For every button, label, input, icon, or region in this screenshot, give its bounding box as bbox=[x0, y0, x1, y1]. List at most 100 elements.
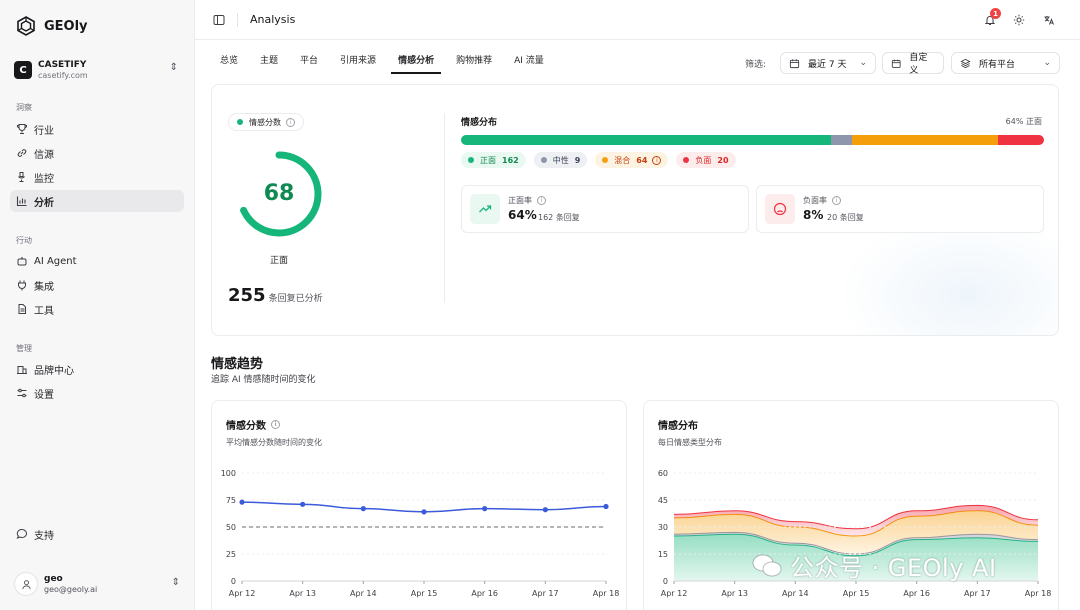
section-label-insights: 洞察 bbox=[16, 103, 32, 112]
sentiment-score-line-chart: 0 25 50 75 100 Apr 12 Apr 13 Apr 14 Apr 15 Apr 16… bbox=[221, 469, 620, 598]
sidebar-item-label: 分析 bbox=[34, 197, 54, 209]
chevron-down-icon: ⌄ bbox=[859, 58, 867, 68]
legend-count: 162 bbox=[502, 155, 519, 165]
date-range-select[interactable]: 最近 7 天 ⌄ bbox=[780, 52, 876, 74]
chart-title: 情感分数 bbox=[226, 421, 266, 432]
sidebar-item-tools[interactable]: 工具 bbox=[10, 298, 184, 320]
data-point[interactable] bbox=[482, 506, 488, 512]
chart-subtitle: 平均情感分数随时间的变化 bbox=[226, 438, 322, 447]
user-avatar bbox=[14, 572, 38, 596]
calendar-icon bbox=[789, 58, 800, 68]
chat-bubble-icon bbox=[16, 528, 28, 540]
data-point[interactable] bbox=[360, 506, 366, 512]
page-title: Analysis bbox=[250, 13, 296, 26]
analysis-tabs: 总览 主题 平台 引用来源 情感分析 购物推荐 AI 流量 bbox=[213, 50, 559, 74]
responses-text: 条回复已分析 bbox=[268, 294, 323, 304]
legend-mixed[interactable]: 混合 64 i bbox=[595, 152, 669, 168]
x-tick-label: Apr 14 bbox=[782, 589, 809, 598]
user-menu[interactable]: geo geo@geoly.ai ⇕ bbox=[14, 570, 184, 598]
org-name: CASETIFY bbox=[38, 60, 87, 70]
trend-up-icon bbox=[470, 194, 500, 224]
sidebar-toggle-icon[interactable] bbox=[213, 14, 225, 26]
sidebar-item-ai-agent[interactable]: AI Agent bbox=[10, 250, 184, 272]
top-bar: Analysis 1 bbox=[195, 0, 1080, 40]
info-icon[interactable]: i bbox=[832, 196, 841, 205]
tab-ai-traffic[interactable]: AI 流量 bbox=[507, 50, 551, 74]
info-icon[interactable]: i bbox=[286, 117, 295, 127]
sidebar-item-label: 信源 bbox=[34, 149, 54, 161]
tab-shopping[interactable]: 购物推荐 bbox=[449, 50, 499, 74]
info-icon[interactable]: i bbox=[652, 155, 662, 165]
sentiment-distribution-area-chart: 0 15 30 45 60 Apr 12 Apr 13 Apr 14 Apr 15 Apr 16 A… bbox=[658, 469, 1051, 598]
plug-icon bbox=[16, 279, 28, 291]
tab-topics[interactable]: 主题 bbox=[253, 50, 285, 74]
y-tick-label: 100 bbox=[221, 469, 236, 478]
distribution-bar bbox=[461, 135, 1044, 145]
sliders-icon bbox=[16, 387, 28, 399]
chevron-updown-icon: ⇕ bbox=[169, 62, 178, 73]
legend-count: 20 bbox=[717, 155, 729, 165]
legend-neutral[interactable]: 中性 9 bbox=[533, 152, 588, 168]
sidebar-item-settings[interactable]: 设置 bbox=[10, 382, 184, 404]
y-tick-label: 60 bbox=[658, 469, 668, 478]
sidebar-item-label: 设置 bbox=[34, 389, 54, 401]
watermark-text: 公众号 · GEOly AI bbox=[790, 554, 997, 582]
calendar-icon bbox=[891, 59, 901, 68]
section-subtitle: 追踪 AI 情感随时间的变化 bbox=[211, 375, 316, 385]
section-label-manage: 管理 bbox=[16, 344, 32, 353]
main-content: Analysis 1 总览 主题 平台 引用来源 情感分析 购物推荐 AI 流量… bbox=[194, 0, 1080, 610]
platform-select[interactable]: 所有平台 ⌄ bbox=[951, 52, 1060, 74]
section-label-actions: 行动 bbox=[16, 236, 32, 245]
data-point[interactable] bbox=[603, 503, 609, 510]
sidebar-item-support[interactable]: 支持 bbox=[10, 523, 184, 545]
sidebar-item-sources[interactable]: 信源 bbox=[10, 142, 184, 164]
tab-platforms[interactable]: 平台 bbox=[293, 50, 325, 74]
data-point[interactable] bbox=[239, 499, 245, 505]
x-tick-label: Apr 12 bbox=[661, 589, 688, 598]
custom-range-label: 自定义 bbox=[909, 53, 928, 76]
negative-rate-label: 负面率 bbox=[803, 196, 827, 205]
wechat-icon bbox=[752, 554, 782, 576]
brand-name: GEOly bbox=[44, 18, 88, 34]
org-avatar: C bbox=[14, 61, 32, 79]
legend-dot bbox=[468, 157, 474, 163]
distribution-title: 情感分布 bbox=[461, 118, 498, 128]
y-tick-label: 15 bbox=[658, 550, 668, 559]
x-tick-label: Apr 17 bbox=[532, 589, 559, 598]
link-icon bbox=[16, 147, 28, 159]
data-point[interactable] bbox=[542, 507, 548, 513]
language-button[interactable] bbox=[1039, 10, 1059, 30]
positive-rate-sub: 162 条回复 bbox=[538, 213, 580, 222]
y-tick-label: 45 bbox=[658, 496, 668, 505]
theme-toggle-button[interactable] bbox=[1009, 10, 1029, 30]
info-icon[interactable]: i bbox=[271, 420, 280, 429]
sidebar-item-label: 支持 bbox=[34, 530, 54, 542]
tab-overview[interactable]: 总览 bbox=[213, 50, 245, 74]
org-switcher[interactable]: C CASETIFY casetify.com ⇕ bbox=[14, 57, 182, 83]
sidebar-item-brand-center[interactable]: 品牌中心 bbox=[10, 358, 184, 380]
legend-negative[interactable]: 负面 20 bbox=[676, 152, 736, 168]
legend-positive[interactable]: 正面 162 bbox=[461, 152, 526, 168]
brand-logo[interactable]: GEOly bbox=[16, 16, 88, 36]
sidebar-item-integrations[interactable]: 集成 bbox=[10, 274, 184, 296]
platform-value: 所有平台 bbox=[979, 59, 1016, 70]
tab-sentiment[interactable]: 情感分析 bbox=[391, 50, 442, 74]
sentiment-score-value: 68 bbox=[263, 181, 295, 206]
positive-rate-label-row: 正面率 i bbox=[508, 195, 546, 206]
chart-title-row: 情感分数 i bbox=[226, 417, 280, 432]
sidebar-item-analysis[interactable]: 分析 bbox=[10, 190, 184, 212]
info-icon[interactable]: i bbox=[537, 196, 546, 205]
data-point[interactable] bbox=[300, 501, 306, 507]
notifications-button[interactable]: 1 bbox=[980, 8, 1001, 30]
sidebar-item-monitor[interactable]: 监控 bbox=[10, 166, 184, 188]
sidebar-item-label: 行业 bbox=[34, 125, 54, 137]
responses-analyzed: 255 条回复已分析 bbox=[228, 285, 323, 306]
data-point[interactable] bbox=[421, 509, 427, 515]
user-name: geo bbox=[44, 574, 63, 584]
custom-range-button[interactable]: 自定义 bbox=[882, 52, 944, 76]
sidebar-item-industry[interactable]: 行业 bbox=[10, 118, 184, 140]
tab-citation-sources[interactable]: 引用来源 bbox=[333, 50, 383, 74]
bar-chart-icon bbox=[16, 195, 28, 207]
x-tick-label: Apr 17 bbox=[964, 589, 991, 598]
card-glow bbox=[838, 215, 1058, 335]
